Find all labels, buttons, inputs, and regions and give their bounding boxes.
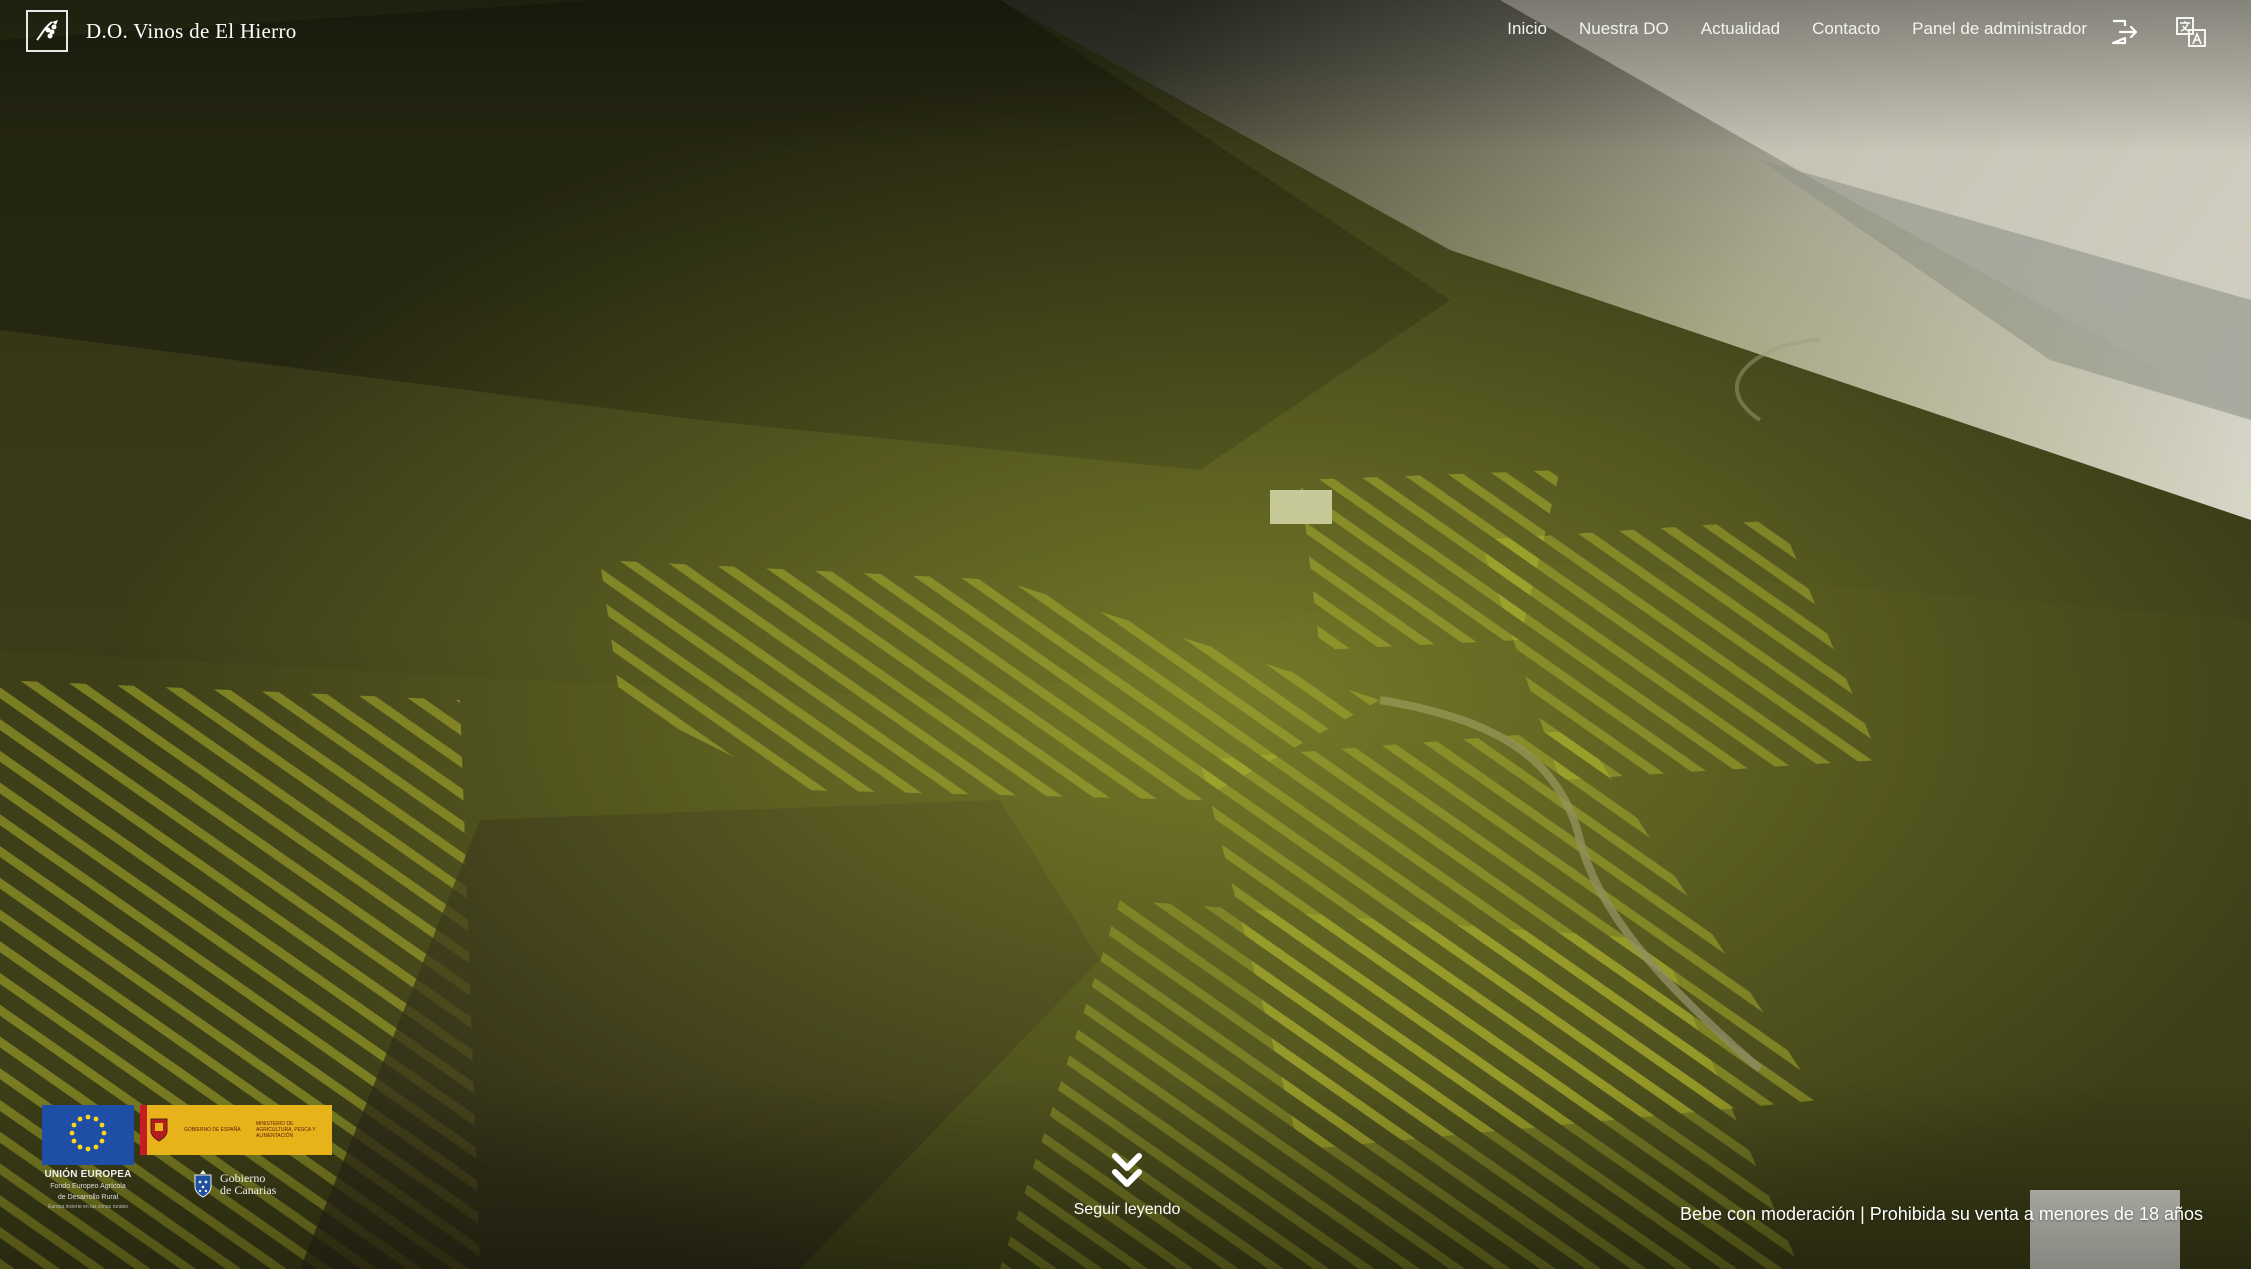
brand[interactable]: D.O. Vinos de El Hierro: [26, 10, 297, 52]
eu-title: UNIÓN EUROPEA: [44, 1169, 132, 1180]
canarias-shield-icon: [194, 1170, 212, 1198]
nav-item-inicio[interactable]: Inicio: [1507, 19, 1547, 39]
vine-logo-icon[interactable]: [26, 10, 68, 52]
canarias-line2: de Canarias: [220, 1183, 277, 1197]
canarias-text: Gobierno de Canarias: [220, 1172, 276, 1196]
logout-glyph: [2111, 19, 2138, 45]
ministerio-logo: GOBIERNO DE ESPAÑA MINISTERIO DE AGRICUL…: [140, 1105, 332, 1155]
ministerio-gobierno: GOBIERNO DE ESPAÑA: [184, 1127, 241, 1133]
top-navigation-bar: D.O. Vinos de El Hierro Inicio Nuestra D…: [0, 0, 2251, 62]
vineyard-landscape-image: [0, 0, 2251, 1269]
eu-line3: Europa invierte en las zonas rurales: [48, 1204, 128, 1210]
translate-icon[interactable]: [2174, 15, 2208, 49]
site-title[interactable]: D.O. Vinos de El Hierro: [86, 19, 297, 44]
continue-reading-button[interactable]: Seguir leyendo: [1072, 1152, 1182, 1219]
eu-flag-icon: [42, 1105, 134, 1165]
eu-caption: UNIÓN EUROPEA Fondo Europeo Agrícola de …: [42, 1169, 134, 1210]
translate-glyph: [2176, 17, 2206, 47]
double-chevron-down-icon[interactable]: [1109, 1152, 1145, 1192]
logout-icon[interactable]: [2107, 15, 2141, 49]
funding-logos: UNIÓN EUROPEA Fondo Europeo Agrícola de …: [42, 1103, 342, 1221]
nav-item-contacto[interactable]: Contacto: [1812, 19, 1880, 39]
nav-item-actualidad[interactable]: Actualidad: [1701, 19, 1780, 39]
continue-reading-label[interactable]: Seguir leyendo: [1072, 1201, 1182, 1219]
responsible-drinking-notice: Bebe con moderación | Prohibida su venta…: [1679, 1204, 2203, 1224]
shield-glyph: [150, 1118, 168, 1142]
spain-shield-icon: [140, 1105, 178, 1155]
vine-logo-glyph: [36, 20, 58, 41]
main-nav: Inicio Nuestra DO Actualidad Contacto Pa…: [1507, 19, 2087, 39]
eu-line2: de Desarrollo Rural: [57, 1194, 119, 1201]
nav-item-panel-admin[interactable]: Panel de administrador: [1912, 19, 2087, 39]
eu-line1: Fondo Europeo Agrícola: [50, 1183, 126, 1190]
eu-stars-glyph: [69, 1114, 107, 1152]
hero-background: [0, 0, 2251, 1269]
ministerio-name: MINISTERIO DE AGRICULTURA, PESCA Y ALIME…: [256, 1121, 316, 1139]
gobierno-canarias-logo: Gobierno de Canarias: [192, 1169, 276, 1199]
nav-item-nuestra-do[interactable]: Nuestra DO: [1579, 19, 1669, 39]
